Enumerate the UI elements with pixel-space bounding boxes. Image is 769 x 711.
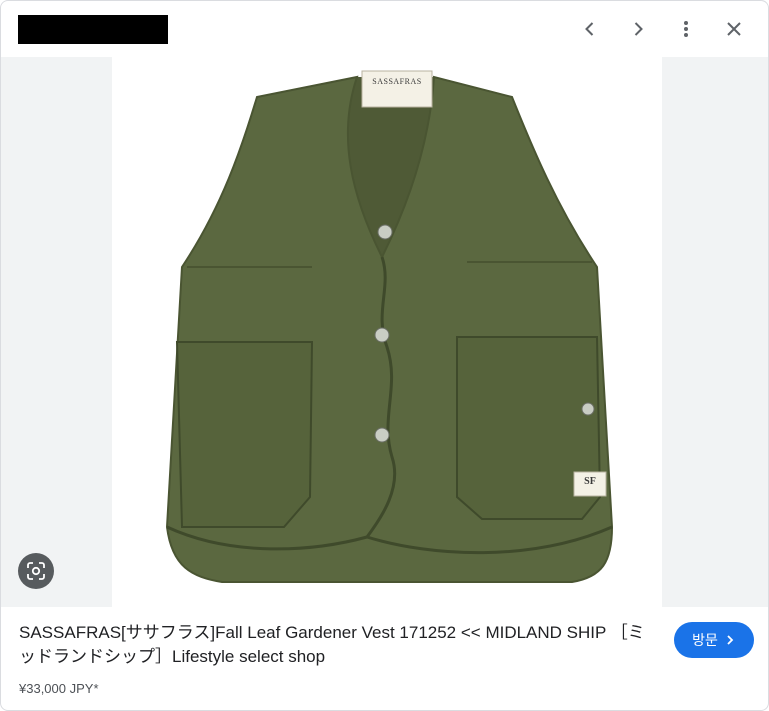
more-options-button[interactable]	[670, 13, 702, 45]
more-vert-icon	[684, 21, 688, 37]
source-site-redacted[interactable]	[18, 15, 168, 44]
lens-search-button[interactable]	[18, 553, 54, 589]
pocket-tag: SF	[584, 476, 596, 487]
visit-button[interactable]: 방문	[674, 622, 754, 658]
chevron-left-icon	[585, 22, 594, 36]
visit-label: 방문	[692, 632, 718, 648]
neck-label: SASSAFRAS	[372, 77, 422, 86]
preview-top-bar	[1, 1, 768, 57]
chevron-right-icon	[724, 634, 736, 646]
lens-search-icon	[27, 562, 45, 580]
next-button[interactable]	[622, 13, 654, 45]
product-image[interactable]: SASSAFRAS SF	[112, 57, 662, 607]
image-area: SASSAFRAS SF	[1, 57, 768, 607]
previous-button[interactable]	[574, 13, 606, 45]
price-label: ¥33,000 JPY*	[19, 681, 99, 696]
chevron-right-icon	[634, 22, 643, 36]
image-preview-panel: SASSAFRAS SF SASSAFRAS[ササフラス]Fall Leaf G…	[0, 0, 769, 711]
close-icon	[727, 22, 741, 36]
result-title[interactable]: SASSAFRAS[ササフラス]Fall Leaf Gardener Vest …	[19, 621, 659, 669]
green-vest-illustration	[165, 70, 614, 583]
close-button[interactable]	[718, 13, 750, 45]
